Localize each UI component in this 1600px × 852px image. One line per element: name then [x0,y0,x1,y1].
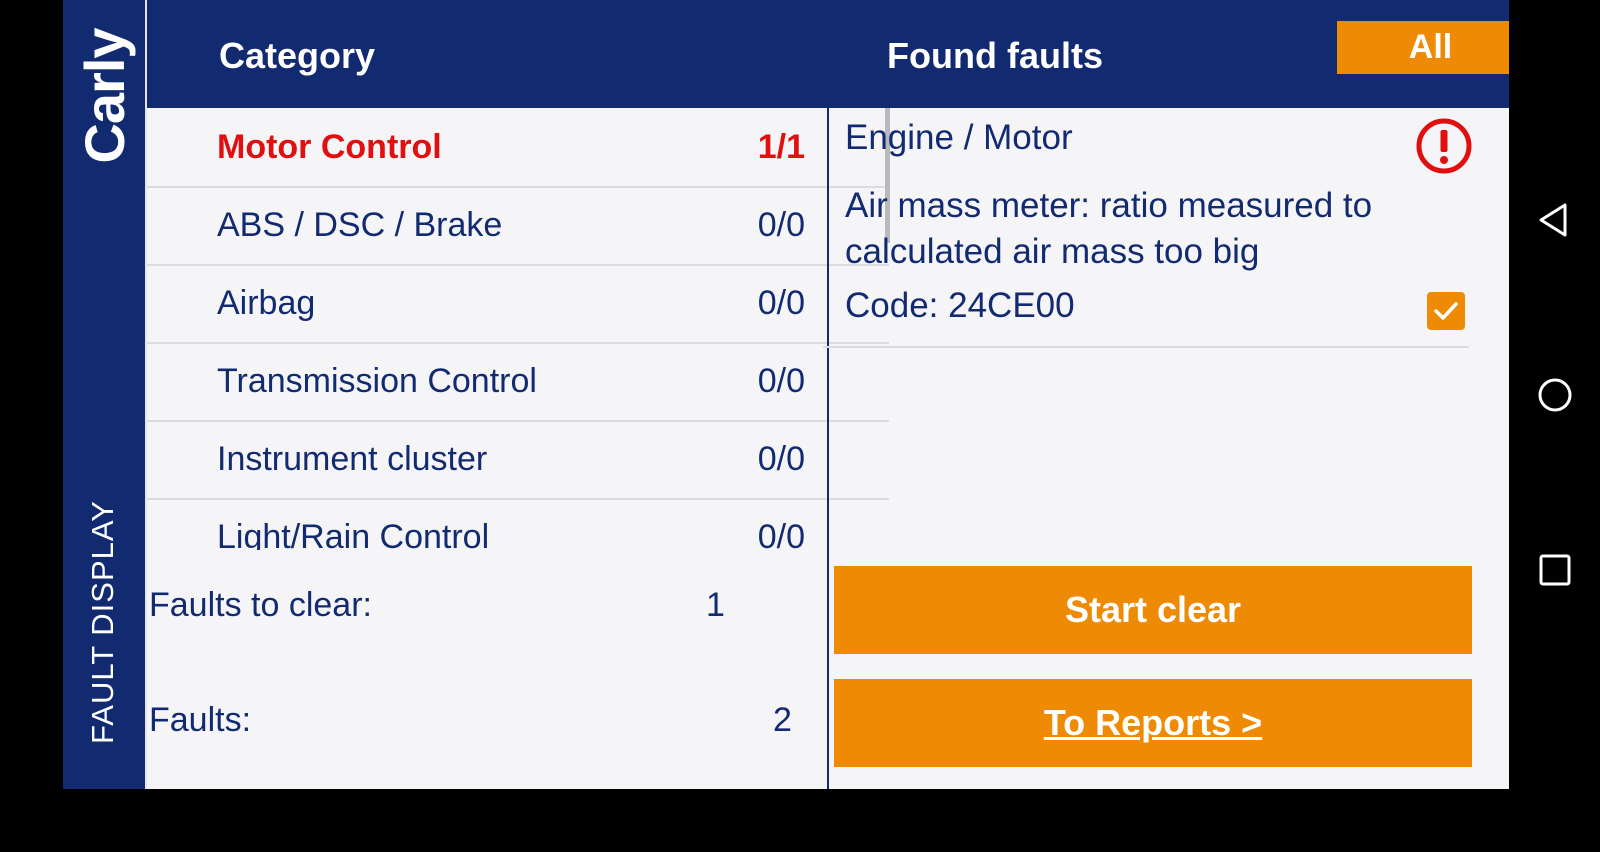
category-name: Transmission Control [217,362,537,400]
app-window: Carly FAULT DISPLAY Category Found fault… [63,0,1524,789]
category-header: Category [219,35,376,76]
faults-to-clear-value: 1 [706,586,725,624]
category-row-motor-control[interactable]: Motor Control 1/1 [147,108,889,188]
header-bar: Category Found faults All [147,0,1524,108]
section-label: FAULT DISPLAY [85,500,120,744]
faults-label: Faults: [149,701,252,739]
faults-to-clear-label: Faults to clear: [149,586,372,624]
category-list[interactable]: Motor Control 1/1 ABS / DSC / Brake 0/0 … [147,108,889,550]
checkmark-icon [1434,302,1458,320]
category-row-airbag[interactable]: Airbag 0/0 [147,264,889,344]
category-name: Motor Control [217,128,442,166]
carly-logo: Carly [72,28,136,164]
category-count: 0/0 [757,440,805,478]
category-row-abs-dsc-brake[interactable]: ABS / DSC / Brake 0/0 [147,186,889,266]
back-icon[interactable] [1531,196,1579,244]
category-count: 0/0 [757,518,805,550]
fault-description: Air mass meter: ratio measured to calcul… [845,186,1373,271]
system-navigation-bar [1509,0,1600,789]
category-row-instrument-cluster[interactable]: Instrument cluster 0/0 [147,420,889,500]
category-name: ABS / DSC / Brake [217,206,503,244]
category-row-transmission-control[interactable]: Transmission Control 0/0 [147,342,889,422]
home-icon[interactable] [1531,371,1579,419]
brand-sidebar: Carly FAULT DISPLAY [63,0,147,789]
found-faults-header: Found faults [887,35,1103,76]
category-count: 0/0 [757,284,805,322]
category-count: 0/0 [757,362,805,400]
fault-group-title: Engine / Motor [845,118,1073,157]
category-row-light-rain-control[interactable]: Light/Rain Control 0/0 [147,498,889,550]
fault-select-checkbox[interactable] [1427,292,1465,330]
category-name: Airbag [217,284,316,322]
fault-code: Code: 24CE00 [845,286,1075,325]
category-count: 1/1 [757,128,805,166]
faults-value: 2 [773,701,792,739]
recents-icon[interactable] [1531,546,1579,594]
category-name: Instrument cluster [217,440,488,478]
category-count: 0/0 [757,206,805,244]
filter-all-button[interactable]: All [1337,21,1524,74]
category-name: Light/Rain Control [217,518,490,550]
alert-icon [1416,118,1472,174]
panel-divider [827,108,829,789]
start-clear-button[interactable]: Start clear [834,566,1472,654]
fault-separator [823,346,1469,348]
to-reports-button[interactable]: To Reports > [834,679,1472,767]
